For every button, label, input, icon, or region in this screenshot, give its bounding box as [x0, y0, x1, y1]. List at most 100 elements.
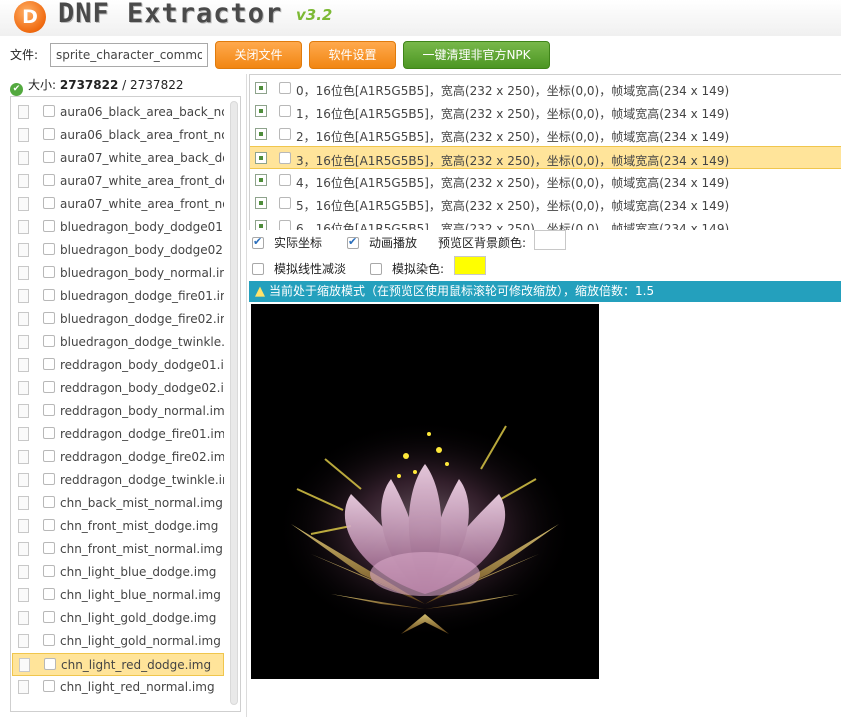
file-checkbox[interactable] [43, 519, 55, 531]
file-list-item[interactable]: chn_light_blue_normal.img [12, 584, 224, 607]
file-name: bluedragon_dodge_twinkle.img [60, 335, 224, 349]
file-list-item[interactable]: chn_light_red_dodge.img [12, 653, 224, 676]
file-checkbox[interactable] [43, 611, 55, 623]
bg-color-swatch[interactable] [534, 230, 566, 250]
file-list-item[interactable]: reddragon_dodge_fire01.img [12, 423, 224, 446]
linear-dodge-checkbox[interactable] [252, 263, 264, 275]
file-name: reddragon_body_normal.img [60, 404, 224, 418]
preview-area[interactable] [251, 304, 599, 679]
file-checkbox[interactable] [43, 565, 55, 577]
actual-coords-checkbox[interactable] [252, 235, 264, 249]
file-checkbox[interactable] [43, 128, 55, 140]
close-file-button[interactable]: 关闭文件 [215, 41, 302, 69]
file-list-scrollbar[interactable] [230, 101, 238, 705]
frame-checkbox[interactable] [279, 220, 291, 230]
dye-checkbox[interactable] [370, 263, 382, 275]
file-checkbox[interactable] [43, 404, 55, 416]
file-list-item[interactable]: bluedragon_body_dodge01.img [12, 216, 224, 239]
file-checkbox[interactable] [43, 588, 55, 600]
linear-dodge-option[interactable]: 模拟线性减淡 [252, 260, 346, 277]
frame-checkbox[interactable] [279, 174, 291, 186]
file-checkbox[interactable] [43, 473, 55, 485]
file-checkbox[interactable] [43, 151, 55, 163]
file-list-item[interactable]: aura07_white_area_front_normal.img [12, 193, 224, 216]
file-list-item[interactable]: chn_front_mist_dodge.img [12, 515, 224, 538]
file-checkbox[interactable] [44, 658, 56, 670]
file-checkbox[interactable] [43, 358, 55, 370]
file-list-item[interactable]: aura06_black_area_back_normal.img [12, 101, 224, 124]
size-info: ✔ 大小: 2737822 / 2737822 [10, 76, 183, 96]
file-list-item[interactable]: bluedragon_body_dodge02.img [12, 239, 224, 262]
file-icon [18, 289, 29, 303]
file-list-item[interactable]: bluedragon_dodge_fire02.img [12, 308, 224, 331]
frame-info-text: 2，16位色[A1R5G5B5]，宽高(232 x 250)，坐标(0,0)，帧… [296, 130, 730, 144]
file-checkbox[interactable] [43, 243, 55, 255]
file-checkbox[interactable] [43, 266, 55, 278]
settings-button[interactable]: 软件设置 [309, 41, 396, 69]
dye-color-swatch[interactable] [454, 256, 486, 275]
file-list-item[interactable]: reddragon_dodge_fire02.img [12, 446, 224, 469]
frame-checkbox[interactable] [279, 197, 291, 209]
dye-option[interactable]: 模拟染色: [370, 260, 444, 277]
file-icon [18, 151, 29, 165]
file-icon [18, 519, 29, 533]
frame-row[interactable]: 2，16位色[A1R5G5B5]，宽高(232 x 250)，坐标(0,0)，帧… [250, 123, 841, 146]
frame-checkbox[interactable] [279, 128, 291, 140]
file-checkbox[interactable] [43, 174, 55, 186]
file-name: chn_light_gold_normal.img [60, 634, 221, 648]
file-checkbox[interactable] [43, 680, 55, 692]
file-list-item[interactable]: chn_light_red_normal.img [12, 676, 224, 699]
file-checkbox[interactable] [43, 450, 55, 462]
file-checkbox[interactable] [43, 312, 55, 324]
animation-option[interactable]: 动画播放 [347, 234, 417, 251]
file-list-item[interactable]: reddragon_body_normal.img [12, 400, 224, 423]
file-checkbox[interactable] [43, 197, 55, 209]
file-list-item[interactable]: reddragon_body_dodge02.img [12, 377, 224, 400]
warning-icon: ▲ [255, 284, 265, 299]
frame-row[interactable]: 6，16位色[A1R5G5B5]，宽高(232 x 250)，坐标(0,0)，帧… [250, 215, 841, 230]
file-list-item[interactable]: chn_back_mist_normal.img [12, 492, 224, 515]
file-list-item[interactable]: aura07_white_area_back_dodge.img [12, 147, 224, 170]
file-list-item[interactable]: aura07_white_area_front_dodge.img [12, 170, 224, 193]
frame-checkbox[interactable] [279, 105, 291, 117]
file-checkbox[interactable] [43, 381, 55, 393]
file-list-item[interactable]: bluedragon_body_normal.img [12, 262, 224, 285]
file-list-item[interactable]: chn_front_mist_normal.img [12, 538, 224, 561]
file-checkbox[interactable] [43, 542, 55, 554]
file-path-input[interactable] [50, 43, 208, 67]
frame-row[interactable]: 0，16位色[A1R5G5B5]，宽高(232 x 250)，坐标(0,0)，帧… [250, 77, 841, 100]
frame-checkbox[interactable] [279, 82, 291, 94]
file-name: aura07_white_area_front_dodge.img [60, 174, 224, 188]
file-checkbox[interactable] [43, 220, 55, 232]
file-checkbox[interactable] [43, 289, 55, 301]
file-checkbox[interactable] [43, 496, 55, 508]
frame-row[interactable]: 4，16位色[A1R5G5B5]，宽高(232 x 250)，坐标(0,0)，帧… [250, 169, 841, 192]
file-checkbox[interactable] [43, 335, 55, 347]
file-name: reddragon_body_dodge02.img [60, 381, 224, 395]
frame-row[interactable]: 3，16位色[A1R5G5B5]，宽高(232 x 250)，坐标(0,0)，帧… [250, 146, 841, 169]
file-list-item[interactable]: bluedragon_dodge_twinkle.img [12, 331, 224, 354]
file-icon [18, 174, 29, 188]
frame-row[interactable]: 5，16位色[A1R5G5B5]，宽高(232 x 250)，坐标(0,0)，帧… [250, 192, 841, 215]
file-list-item[interactable]: reddragon_dodge_twinkle.img [12, 469, 224, 492]
size-total: 2737822 [130, 78, 184, 92]
file-list-item[interactable]: reddragon_body_dodge01.img [12, 354, 224, 377]
file-list-item[interactable]: chn_light_gold_normal.img [12, 630, 224, 653]
clean-npk-button[interactable]: 一键清理非官方NPK [403, 41, 550, 69]
actual-coords-option[interactable]: 实际坐标 [252, 234, 322, 251]
actual-coords-label: 实际坐标 [274, 236, 323, 250]
frame-checkbox[interactable] [279, 152, 291, 164]
file-checkbox[interactable] [43, 634, 55, 646]
file-list-item[interactable]: chn_light_gold_dodge.img [12, 607, 224, 630]
file-name: bluedragon_body_dodge01.img [60, 220, 224, 234]
animation-checkbox[interactable] [347, 235, 359, 249]
file-list-item[interactable]: aura06_black_area_front_normal.img [12, 124, 224, 147]
file-checkbox[interactable] [43, 427, 55, 439]
file-list-item[interactable]: bluedragon_dodge_fire01.img [12, 285, 224, 308]
file-checkbox[interactable] [43, 105, 55, 117]
file-icon [18, 335, 29, 349]
frame-row[interactable]: 1，16位色[A1R5G5B5]，宽高(232 x 250)，坐标(0,0)，帧… [250, 100, 841, 123]
frame-info-text: 0，16位色[A1R5G5B5]，宽高(232 x 250)，坐标(0,0)，帧… [296, 84, 730, 98]
size-label: 大小: [28, 78, 57, 92]
file-list-item[interactable]: chn_light_blue_dodge.img [12, 561, 224, 584]
